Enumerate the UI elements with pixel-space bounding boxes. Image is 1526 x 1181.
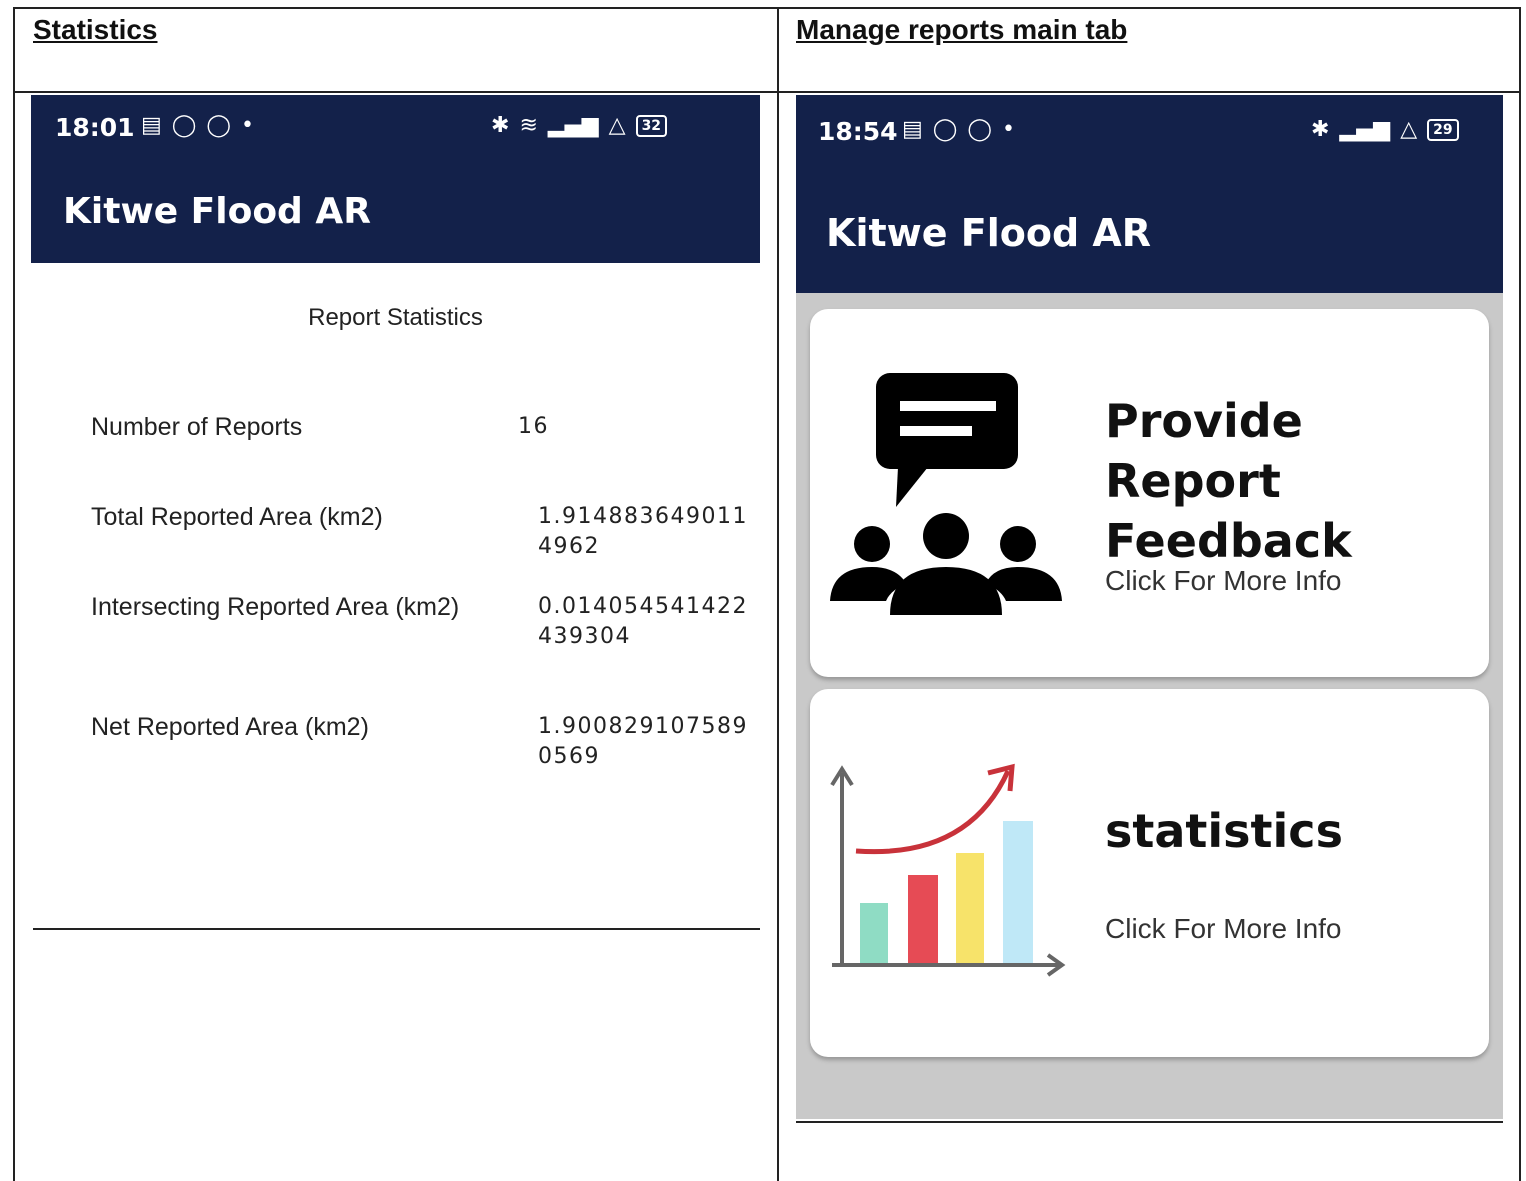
- provide-report-feedback-card[interactable]: Provide Report Feedback Click For More I…: [810, 309, 1489, 677]
- whatsapp-icon: ◯: [171, 113, 197, 138]
- table-row-divider: [13, 91, 1521, 93]
- card-subtitle: Click For More Info: [1105, 913, 1342, 944]
- dot-icon: •: [1002, 117, 1016, 142]
- status-system-icons: ✱ ≋ ▂▄▆ △ 32: [491, 113, 668, 138]
- app-bar: 18:01 ▤ ◯ ◯ • ✱ ≋ ▂▄▆ △ 32 Kitwe Flood A…: [31, 95, 760, 263]
- card-title: Provide Report Feedback: [1105, 394, 1352, 568]
- app-title: Kitwe Flood AR: [826, 211, 1152, 255]
- status-notification-icons: ▤ ◯ ◯ •: [141, 115, 254, 137]
- statistics-card[interactable]: statistics Click For More Info: [810, 689, 1489, 1057]
- card-subtitle: Click For More Info: [1105, 565, 1342, 596]
- stat-label-total-area: Total Reported Area (km2): [91, 503, 383, 531]
- heading-statistics: Statistics: [33, 14, 158, 45]
- dot-icon: •: [241, 113, 255, 138]
- card-title: statistics: [1105, 804, 1343, 858]
- stat-label-intersecting-area: Intersecting Reported Area (km2): [91, 593, 460, 621]
- message-icon: ▤: [902, 117, 923, 142]
- report-statistics-title: Report Statistics: [308, 304, 483, 331]
- screen-bottom-divider: [33, 928, 760, 930]
- bar-chart-growth-icon: [830, 763, 1066, 977]
- signal-icon: ▂▄▆: [1339, 117, 1391, 142]
- app-bar: 18:54 ▤ ◯ ◯ • ✱ ▂▄▆ △ 29 Kitwe Flood AR: [796, 95, 1503, 293]
- stat-value-number-of-reports: 16: [518, 414, 549, 439]
- stat-label-net-area: Net Reported Area (km2): [91, 713, 369, 741]
- stat-value-intersecting-area: 0.014054541422439304: [538, 594, 748, 649]
- app-title: Kitwe Flood AR: [63, 191, 371, 232]
- whatsapp-icon: ◯: [932, 117, 958, 142]
- stat-value-total-area: 1.9148836490114962: [538, 504, 748, 559]
- stat-value-net-area: 1.9008291075890569: [538, 714, 748, 769]
- status-notification-icons: ▤ ◯ ◯ •: [902, 119, 1015, 141]
- signal-icon: ▂▄▆: [547, 113, 599, 138]
- message-icon: ▤: [141, 113, 162, 138]
- status-time: 18:01: [55, 113, 135, 142]
- alert-icon: △: [608, 113, 626, 138]
- status-system-icons: ✱ ▂▄▆ △ 29: [1311, 119, 1459, 141]
- wifi-icon: ≋: [519, 113, 538, 138]
- heading-manage-reports: Manage reports main tab: [796, 14, 1128, 45]
- feedback-group-icon: [830, 373, 1062, 615]
- table-column-divider: [777, 7, 779, 1181]
- alert-icon: △: [1400, 117, 1418, 142]
- stat-label-number-of-reports: Number of Reports: [91, 413, 303, 441]
- status-time: 18:54: [818, 117, 898, 146]
- bluetooth-icon: ✱: [1311, 117, 1330, 142]
- screen-bottom-divider: [796, 1121, 1503, 1123]
- messenger-icon: ◯: [206, 113, 232, 138]
- bluetooth-icon: ✱: [491, 113, 510, 138]
- battery-icon: 29: [1427, 119, 1459, 141]
- battery-icon: 32: [635, 115, 668, 137]
- messenger-icon: ◯: [967, 117, 993, 142]
